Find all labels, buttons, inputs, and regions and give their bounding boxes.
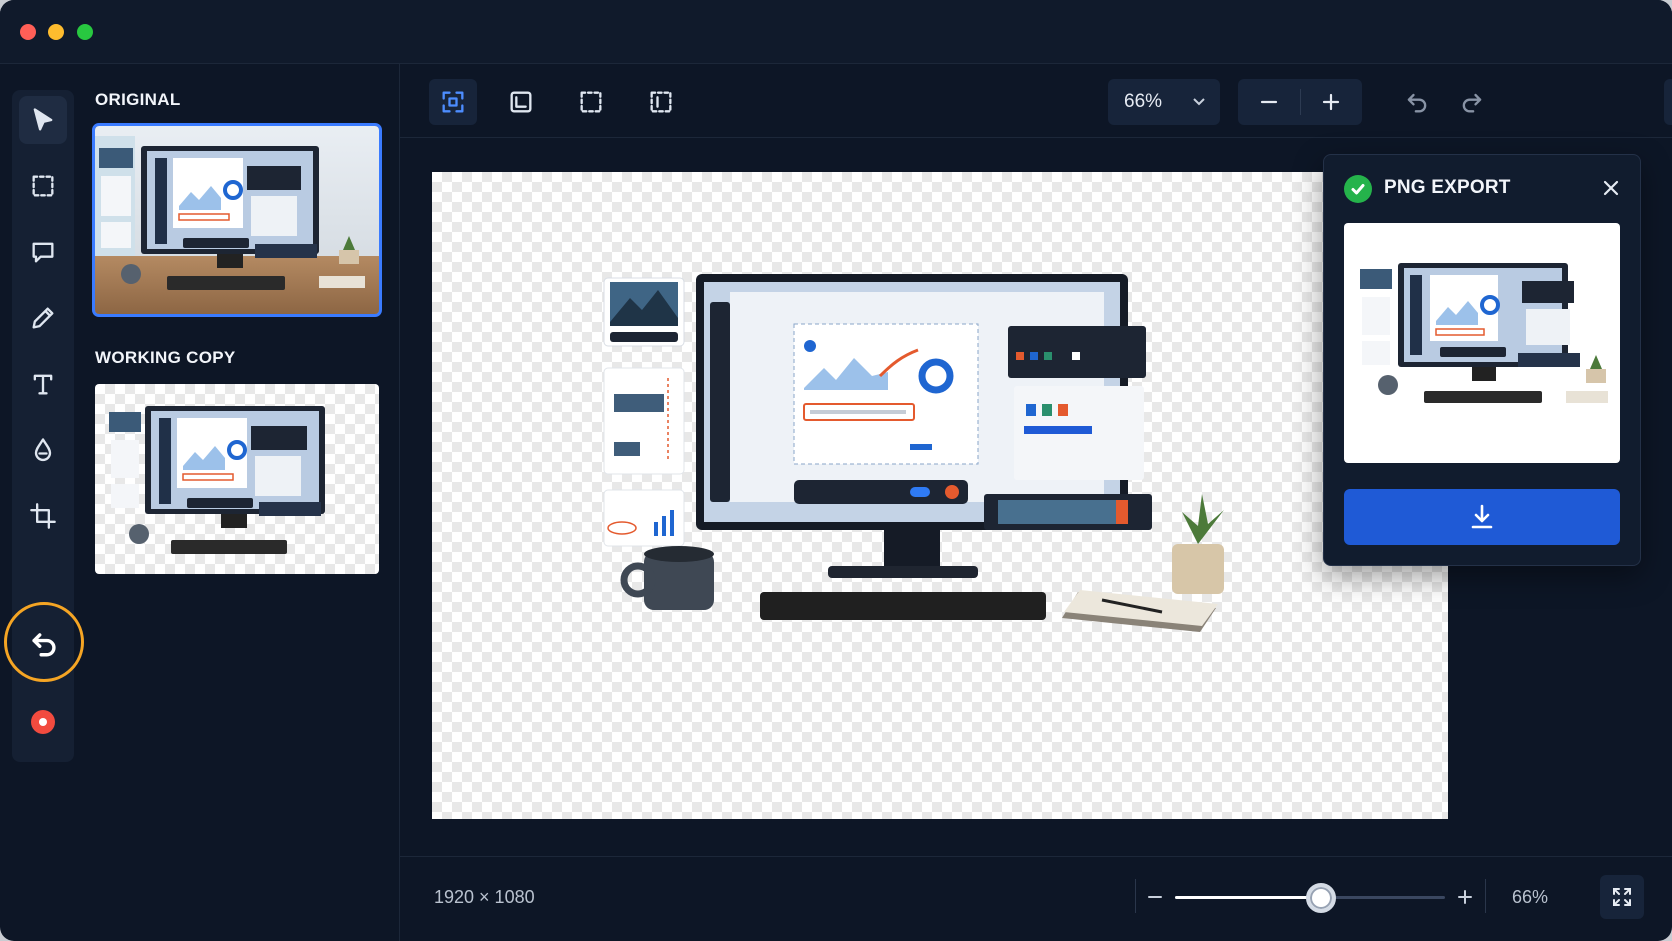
- cursor-icon: [33, 108, 53, 131]
- original-thumbnail[interactable]: [92, 123, 382, 317]
- pencil-icon: [32, 307, 54, 329]
- close-export-button[interactable]: [1596, 173, 1626, 203]
- zoom-slider-plus-button[interactable]: [1451, 883, 1479, 911]
- status-divider: [1485, 879, 1486, 913]
- chevron-down-icon: [1193, 98, 1205, 106]
- minus-icon: [1260, 100, 1278, 104]
- app-window: ORIGINAL WORKING COPY 66% PNG EXPORT 192…: [0, 0, 1672, 941]
- marquee-tool-button[interactable]: [19, 162, 67, 210]
- fullscreen-button[interactable]: [1600, 875, 1644, 919]
- select-area-button[interactable]: [567, 79, 615, 125]
- working-copy-image: [109, 406, 325, 554]
- text-tool-button[interactable]: [19, 360, 67, 408]
- zoom-dropdown[interactable]: 66%: [1108, 79, 1220, 125]
- main-toolbar: 66%: [400, 64, 1672, 138]
- status-bar: 1920 × 1080 66%: [400, 856, 1672, 941]
- export-panel: PNG EXPORT: [1323, 154, 1641, 566]
- crop-tool-button[interactable]: [19, 492, 67, 540]
- plus-icon: [1458, 890, 1472, 904]
- speech-bubble-icon: [32, 242, 54, 263]
- image-dimensions: 1920 × 1080: [434, 887, 535, 907]
- crop-frame-icon: [510, 91, 532, 113]
- zoom-slider-handle[interactable]: [1305, 883, 1336, 913]
- minus-icon: [1148, 896, 1162, 898]
- fit-screen-icon: [442, 91, 464, 113]
- plus-icon: [1322, 93, 1340, 111]
- close-window-button[interactable]: [20, 24, 36, 40]
- fill-tool-button[interactable]: [19, 426, 67, 474]
- dashed-rect-icon: [580, 91, 602, 113]
- editing-canvas[interactable]: [432, 172, 1448, 819]
- crop-frame-button[interactable]: [497, 79, 545, 125]
- dashed-rect-icon: [32, 175, 54, 197]
- pointer-tool-button[interactable]: [1664, 79, 1672, 125]
- zoom-slider-minus-button[interactable]: [1141, 883, 1169, 911]
- title-bar: [0, 0, 1672, 64]
- expand-icon: [1613, 888, 1631, 906]
- select-tool-button[interactable]: [19, 96, 67, 144]
- original-label: ORIGINAL: [95, 90, 181, 109]
- working-copy-label: WORKING COPY: [95, 348, 236, 367]
- undo-icon: [1407, 93, 1427, 113]
- pen-tool-button[interactable]: [19, 294, 67, 342]
- text-icon: [33, 374, 53, 395]
- undo-icon: [32, 633, 56, 657]
- export-preview-image: [1360, 263, 1608, 403]
- crop-icon: [30, 503, 56, 529]
- zoom-percent: 66%: [1512, 887, 1549, 907]
- region-select-icon: [650, 91, 672, 113]
- close-icon: [1603, 180, 1619, 196]
- maximize-window-button[interactable]: [77, 24, 93, 40]
- zoom-in-button[interactable]: [1300, 79, 1362, 125]
- zoom-out-button[interactable]: [1238, 79, 1300, 125]
- original-photo: [95, 126, 379, 314]
- record-button[interactable]: [31, 710, 55, 734]
- record-icon: [39, 718, 47, 726]
- comment-tool-button[interactable]: [19, 228, 67, 276]
- select-region-button[interactable]: [637, 79, 685, 125]
- drop-icon: [34, 438, 52, 462]
- canvas-image: [603, 274, 1224, 632]
- export-title: PNG EXPORT: [1384, 177, 1511, 198]
- success-check-icon: [1344, 175, 1372, 203]
- minimize-window-button[interactable]: [48, 24, 64, 40]
- thumbnail-panel: ORIGINAL WORKING COPY: [80, 64, 400, 941]
- redo-button[interactable]: [1448, 79, 1496, 125]
- status-divider: [1135, 879, 1136, 913]
- export-preview: [1344, 223, 1620, 463]
- download-icon: [1471, 504, 1493, 529]
- zoom-slider-fill: [1175, 896, 1321, 899]
- working-copy-thumbnail[interactable]: [95, 384, 379, 574]
- zoom-slider[interactable]: [1175, 883, 1445, 913]
- undo-tool-button[interactable]: [4, 602, 84, 682]
- redo-icon: [1462, 93, 1482, 113]
- zoom-dropdown-value: 66%: [1124, 91, 1163, 112]
- fit-screen-button[interactable]: [429, 79, 477, 125]
- undo-button[interactable]: [1393, 79, 1441, 125]
- download-button[interactable]: [1344, 489, 1620, 545]
- zoom-stepper: [1238, 79, 1362, 125]
